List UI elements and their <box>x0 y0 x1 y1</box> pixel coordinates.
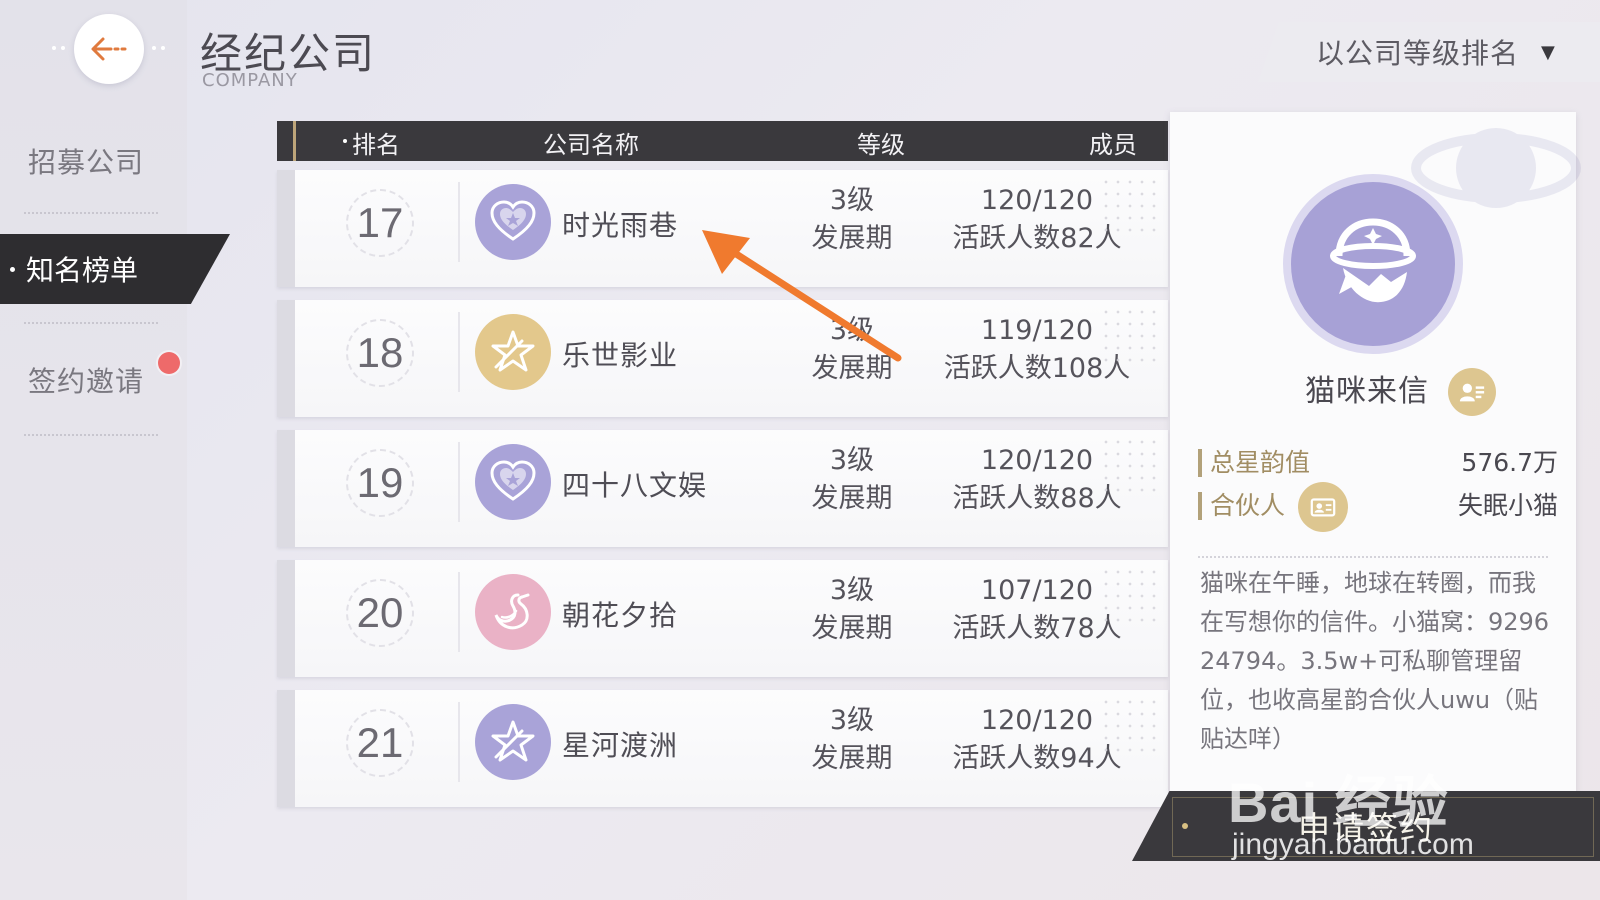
stat-accent-bar <box>1198 492 1202 520</box>
row-divider <box>458 572 460 652</box>
column-header-members: 成员 <box>1089 131 1137 159</box>
sidebar-item-recruit[interactable]: 招募公司 <box>0 126 187 196</box>
company-detail-panel: 猫咪来信 总星韵值 576.7万 合伙人 失眠小猫 猫咪在午睡，地球在转圈，而我… <box>1170 112 1581 792</box>
row-divider <box>458 312 460 392</box>
company-avatar <box>1283 174 1463 354</box>
sidebar-item-label: 签约邀请 <box>28 365 145 398</box>
header-dot <box>343 139 347 143</box>
total-star-label: 总星韵值 <box>1210 448 1311 477</box>
sidebar-divider <box>24 434 158 436</box>
column-header-name: 公司名称 <box>543 131 639 159</box>
row-divider <box>458 182 460 262</box>
sidebar-divider <box>24 322 158 324</box>
sidebar-divider <box>24 212 158 214</box>
partner-row: 合伙人 失眠小猫 <box>1198 486 1558 522</box>
sidebar-item-invitations[interactable]: 签约邀请 <box>0 345 187 415</box>
chevron-down-icon: ▼ <box>1541 41 1555 63</box>
star-logo-icon <box>475 704 551 780</box>
sidebar-item-label: 招募公司 <box>28 146 145 179</box>
star-logo-icon <box>475 314 551 390</box>
detail-divider <box>1198 556 1548 558</box>
back-arrow-icon <box>91 37 127 61</box>
table-header: 排名 公司名称 等级 成员 <box>277 121 1168 161</box>
company-detail-name: 猫咪来信 <box>1305 374 1429 409</box>
company-name: 朝花夕拾 <box>562 599 679 632</box>
back-dots-right <box>152 46 166 50</box>
company-name: 星河渡洲 <box>562 729 679 762</box>
row-stripe <box>277 300 295 417</box>
stage-value: 发展期 <box>811 743 893 774</box>
partner-label: 合伙人 <box>1210 491 1286 520</box>
level-value: 3级 <box>829 575 875 606</box>
header-accent <box>293 121 296 161</box>
rank-number: 17 <box>346 189 414 257</box>
company-description: 猫咪在午睡，地球在转圈，而我在写想你的信件。小猫窝：929624794。3.5w… <box>1200 569 1550 753</box>
cat-helmet-logo-icon <box>1330 218 1416 303</box>
sidebar: 招募公司 知名榜单 签约邀请 <box>0 0 230 900</box>
watermark-brand: Bai 经验 <box>1228 771 1449 834</box>
row-divider <box>458 702 460 782</box>
company-level: 3级 发展期 <box>777 572 927 648</box>
row-dot-pattern <box>1100 566 1160 626</box>
back-dots-left <box>52 46 66 50</box>
row-dot-pattern <box>1100 176 1160 236</box>
company-name: 四十八文娱 <box>562 469 708 502</box>
total-star-value-row: 总星韵值 576.7万 <box>1198 443 1558 479</box>
level-value: 3级 <box>829 705 875 736</box>
row-dot-pattern <box>1100 306 1160 366</box>
active-indicator <box>10 267 15 272</box>
level-value: 3级 <box>829 445 875 476</box>
row-stripe <box>277 690 295 807</box>
table-row[interactable]: 19 四十八文娱 3级 发展期 120/120 活跃人数88人 <box>277 430 1168 547</box>
row-dot-pattern <box>1100 436 1160 496</box>
rank-number: 21 <box>346 709 414 777</box>
company-level: 3级 发展期 <box>777 442 927 518</box>
rank-number: 20 <box>346 579 414 647</box>
column-header-level: 等级 <box>857 131 905 159</box>
stage-value: 发展期 <box>811 483 893 514</box>
row-stripe <box>277 560 295 677</box>
level-value: 3级 <box>829 185 875 216</box>
rank-number: 19 <box>346 449 414 517</box>
annotation-arrow-icon <box>702 230 902 362</box>
table-row[interactable]: 20 朝花夕拾 3级 发展期 107/120 活跃人数78人 <box>277 560 1168 677</box>
rank-number: 18 <box>346 319 414 387</box>
notification-badge <box>158 352 180 374</box>
total-star-value: 576.7万 <box>1461 448 1558 477</box>
heart-logo-icon <box>475 444 551 520</box>
sidebar-item-label: 知名榜单 <box>26 254 139 287</box>
row-divider <box>458 442 460 522</box>
back-button[interactable] <box>74 14 144 84</box>
watermark-url: jingyan.baidu.com <box>1232 828 1474 861</box>
sort-dropdown[interactable]: 以公司等级排名 ▼ <box>1258 22 1600 82</box>
stage-value: 发展期 <box>811 613 893 644</box>
partner-value: 失眠小猫 <box>1457 491 1558 520</box>
row-stripe <box>277 430 295 547</box>
sort-dropdown-label: 以公司等级排名 <box>1316 37 1520 70</box>
column-header-rank: 排名 <box>352 131 400 159</box>
button-dot <box>1182 823 1188 829</box>
company-name: 乐世影业 <box>562 339 679 372</box>
row-stripe <box>277 170 295 287</box>
company-name: 时光雨巷 <box>562 209 679 242</box>
company-level: 3级 发展期 <box>777 702 927 778</box>
member-list-icon[interactable] <box>1448 368 1496 416</box>
id-card-icon[interactable] <box>1298 482 1348 532</box>
swan-logo-icon <box>475 574 551 650</box>
stat-accent-bar <box>1198 449 1202 477</box>
row-dot-pattern <box>1100 696 1160 756</box>
sidebar-item-ranking[interactable]: 知名榜单 <box>0 234 230 304</box>
page-subtitle: COMPANY <box>202 70 298 91</box>
heart-logo-icon <box>475 184 551 260</box>
table-row[interactable]: 21 星河渡洲 3级 发展期 120/120 活跃人数94人 <box>277 690 1168 807</box>
